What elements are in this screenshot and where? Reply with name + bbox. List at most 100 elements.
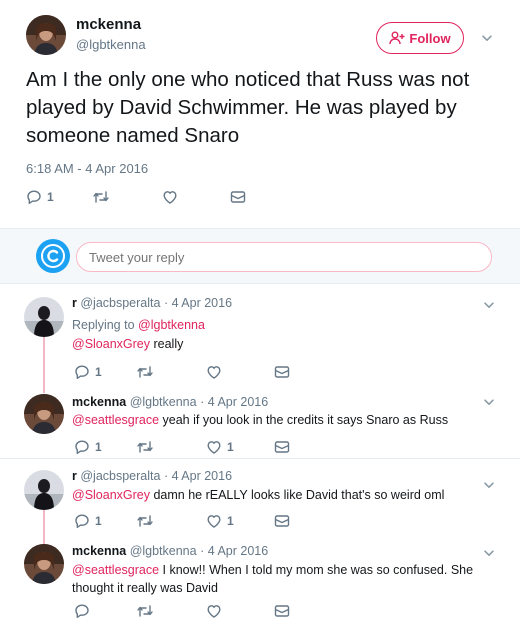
reply-button[interactable] bbox=[74, 603, 95, 618]
dm-button[interactable] bbox=[274, 439, 290, 455]
reply-text: @SloanxGrey damn he rEALLY looks like Da… bbox=[72, 486, 492, 504]
chevron-down-icon[interactable] bbox=[480, 31, 494, 45]
tweet-text: Am I the only one who noticed that Russ … bbox=[26, 68, 470, 147]
reply-button[interactable]: 1 bbox=[74, 513, 102, 529]
like-button[interactable]: 1 bbox=[206, 513, 234, 529]
avatar[interactable] bbox=[26, 15, 66, 55]
reply-body: damn he rEALLY looks like David that's s… bbox=[150, 488, 445, 502]
reply-date[interactable]: · 4 Apr 2016 bbox=[164, 469, 232, 483]
reply-composer bbox=[0, 228, 520, 284]
chevron-down-icon[interactable] bbox=[482, 298, 496, 312]
reply-date[interactable]: · 4 Apr 2016 bbox=[164, 296, 232, 310]
replying-mention[interactable]: @lgbtkenna bbox=[138, 318, 205, 332]
avatar[interactable] bbox=[24, 470, 64, 510]
chevron-down-icon[interactable] bbox=[482, 395, 496, 409]
reply-icon bbox=[74, 439, 90, 455]
reply-date[interactable]: · 4 Apr 2016 bbox=[200, 544, 268, 558]
retweet-button[interactable] bbox=[136, 439, 154, 455]
author-handle[interactable]: @lgbtkenna bbox=[130, 395, 197, 409]
dm-icon bbox=[274, 439, 290, 455]
retweet-icon bbox=[136, 603, 154, 618]
like-button[interactable]: 1 bbox=[206, 439, 234, 455]
retweet-button[interactable] bbox=[136, 603, 154, 618]
dm-icon bbox=[230, 189, 246, 205]
author-handle[interactable]: @lgbtkenna bbox=[76, 37, 146, 52]
main-tweet: mckenna @lgbtkenna Follow Am I the only … bbox=[0, 0, 520, 228]
reply-body: really bbox=[150, 337, 184, 351]
reply-actions: 1 bbox=[74, 364, 304, 380]
like-button[interactable] bbox=[206, 603, 227, 618]
current-user-avatar bbox=[36, 239, 70, 273]
like-icon bbox=[162, 189, 178, 205]
like-icon bbox=[206, 364, 222, 380]
follow-button[interactable]: Follow bbox=[376, 22, 464, 54]
reply-text: @seattlesgrace yeah if you look in the c… bbox=[72, 411, 492, 429]
follow-person-icon bbox=[389, 31, 405, 45]
retweet-button[interactable] bbox=[92, 189, 115, 205]
reply-body: yeah if you look in the credits it says … bbox=[159, 413, 449, 427]
retweet-button[interactable] bbox=[136, 364, 154, 380]
reply-icon bbox=[74, 603, 90, 618]
author-name[interactable]: r bbox=[72, 296, 77, 310]
reply-tweet: mckenna @lgbtkenna · 4 Apr 2016 @seattle… bbox=[0, 538, 520, 618]
reply-count: 1 bbox=[95, 365, 102, 379]
reply-button[interactable]: 1 bbox=[74, 439, 102, 455]
reply-count: 1 bbox=[95, 514, 102, 528]
author-name[interactable]: mckenna bbox=[72, 395, 126, 409]
author-handle[interactable]: @jacbsperalta bbox=[80, 469, 160, 483]
replying-to: Replying to @lgbtkenna bbox=[72, 316, 492, 334]
avatar[interactable] bbox=[24, 544, 64, 584]
like-icon bbox=[206, 439, 222, 455]
like-button[interactable] bbox=[206, 364, 227, 380]
reply-count: 1 bbox=[95, 440, 102, 454]
tweet-timestamp[interactable]: 6:18 AM - 4 Apr 2016 bbox=[26, 161, 148, 176]
dm-button[interactable] bbox=[274, 603, 290, 618]
retweet-icon bbox=[136, 364, 154, 380]
author-handle[interactable]: @lgbtkenna bbox=[130, 544, 197, 558]
reply-icon bbox=[26, 189, 42, 205]
reply-count: 1 bbox=[47, 190, 54, 204]
dm-icon bbox=[274, 513, 290, 529]
reply-icon bbox=[74, 364, 90, 380]
author-name[interactable]: r bbox=[72, 469, 77, 483]
dm-button[interactable] bbox=[230, 189, 246, 205]
reply-actions: 1 1 bbox=[74, 439, 304, 455]
avatar[interactable] bbox=[24, 394, 64, 434]
reply-header: mckenna @lgbtkenna · 4 Apr 2016 bbox=[72, 544, 268, 558]
retweet-icon bbox=[136, 513, 154, 529]
reply-text: @SloanxGrey really bbox=[72, 335, 492, 353]
reply-tweet: mckenna @lgbtkenna · 4 Apr 2016 @seattle… bbox=[0, 384, 520, 458]
reply-header: r @jacbsperalta · 4 Apr 2016 bbox=[72, 296, 232, 310]
reply-button[interactable]: 1 bbox=[74, 364, 102, 380]
reply-date[interactable]: · 4 Apr 2016 bbox=[200, 395, 268, 409]
tweet-actions: 1 bbox=[26, 189, 256, 205]
avatar[interactable] bbox=[24, 297, 64, 337]
reply-icon bbox=[74, 513, 90, 529]
reply-input[interactable] bbox=[76, 242, 492, 272]
author-handle[interactable]: @jacbsperalta bbox=[80, 296, 160, 310]
retweet-icon bbox=[92, 189, 110, 205]
author-name[interactable]: mckenna bbox=[72, 544, 126, 558]
dm-icon bbox=[274, 603, 290, 618]
dm-button[interactable] bbox=[274, 513, 290, 529]
mention-link[interactable]: @SloanxGrey bbox=[72, 337, 150, 351]
follow-label: Follow bbox=[409, 30, 451, 46]
like-count: 1 bbox=[227, 514, 234, 528]
replying-prefix: Replying to bbox=[72, 318, 135, 332]
retweet-button[interactable] bbox=[136, 513, 154, 529]
dm-button[interactable] bbox=[274, 364, 290, 380]
reply-button[interactable]: 1 bbox=[26, 189, 54, 205]
mention-link[interactable]: @seattlesgrace bbox=[72, 563, 159, 577]
author-name[interactable]: mckenna bbox=[76, 16, 141, 33]
retweet-icon bbox=[136, 439, 154, 455]
mention-link[interactable]: @SloanxGrey bbox=[72, 488, 150, 502]
like-count: 1 bbox=[227, 440, 234, 454]
reply-tweet: r @jacbsperalta · 4 Apr 2016 @SloanxGrey… bbox=[0, 458, 520, 538]
reply-text: @seattlesgrace I know!! When I told my m… bbox=[72, 561, 492, 597]
dm-icon bbox=[274, 364, 290, 380]
chevron-down-icon[interactable] bbox=[482, 546, 496, 560]
reply-actions bbox=[74, 603, 304, 618]
mention-link[interactable]: @seattlesgrace bbox=[72, 413, 159, 427]
reply-actions: 1 1 bbox=[74, 513, 304, 529]
like-button[interactable] bbox=[162, 189, 183, 205]
